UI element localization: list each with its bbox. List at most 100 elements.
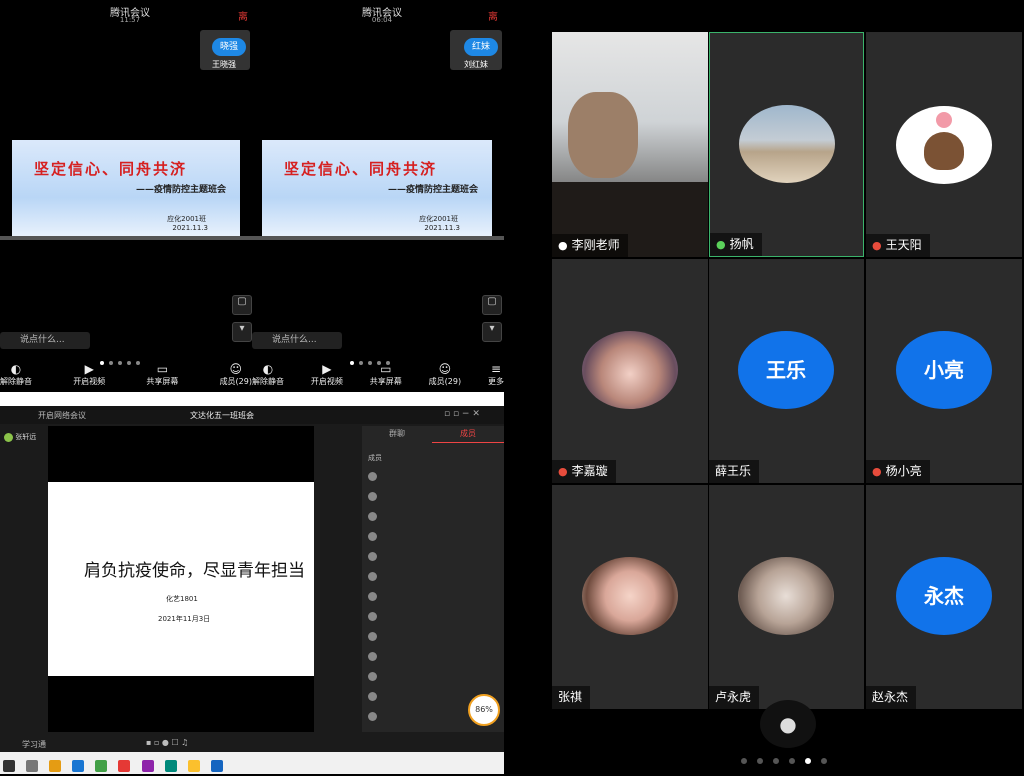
members-button[interactable]: ☺ 成员(29) xyxy=(220,362,252,388)
exit-button[interactable]: 离 xyxy=(488,8,498,23)
windows-taskbar xyxy=(0,752,504,774)
control-icons[interactable]: ▪ ▫ ● ☐ ♫ xyxy=(146,738,188,747)
participant-name: 李嘉璇 xyxy=(571,464,608,478)
window-title: 文达化五一班班会 xyxy=(190,411,254,420)
speaker-avatar xyxy=(4,432,13,442)
participant-tile[interactable]: 张祺 xyxy=(552,485,708,709)
mic-icon: ● xyxy=(779,712,797,736)
doc-button[interactable]: ▢ xyxy=(232,295,252,315)
list-item[interactable] xyxy=(368,606,494,626)
participant-name: 赵永杰 xyxy=(872,690,909,704)
floating-mic-button[interactable]: ● xyxy=(760,700,816,748)
slide-class: 应化2001班 xyxy=(419,215,458,223)
list-item[interactable] xyxy=(368,626,494,646)
list-item[interactable] xyxy=(368,466,494,486)
avatar-girl2-image xyxy=(582,557,678,635)
tab-members[interactable]: 成员 xyxy=(432,426,504,443)
participant-name: 薛王乐 xyxy=(715,464,752,478)
participant-thumbnail[interactable]: 红妹 刘红妹 xyxy=(450,30,502,70)
app-icon[interactable] xyxy=(187,760,200,772)
people-icon: ☺ xyxy=(438,362,452,376)
video-button[interactable]: ▶ 开启视频 xyxy=(311,362,343,388)
avatar xyxy=(368,531,377,541)
initials-avatar: 王乐 xyxy=(738,331,834,409)
slide-date: 2021年11月3日 xyxy=(158,615,211,623)
share-icon: ▭ xyxy=(156,362,169,376)
participant-name: 扬帆 xyxy=(729,237,754,251)
thumb-avatar: 晓强 xyxy=(212,38,246,56)
unmute-button[interactable]: ◐ 解除静音 xyxy=(0,362,32,388)
stage-divider xyxy=(252,236,504,240)
tab-chat[interactable]: 群聊 xyxy=(362,426,432,442)
more-button[interactable]: ≡ 更多 xyxy=(488,362,504,388)
avatar xyxy=(368,611,377,621)
members-list: 成员 xyxy=(368,450,494,726)
exit-button[interactable]: 离 xyxy=(238,8,248,23)
participant-tile[interactable]: 卢永虎 xyxy=(709,485,864,709)
app-icon[interactable] xyxy=(95,760,108,772)
chat-input[interactable]: 说点什么... xyxy=(252,332,342,349)
avatar-poop-emoji xyxy=(896,106,992,184)
app-icon[interactable] xyxy=(141,760,154,772)
app-icon[interactable] xyxy=(210,760,223,772)
avatar xyxy=(368,511,377,521)
shared-slide: 坚定信心、同舟共济 ——疫情防控主题班会 应化2001班 2021.11.3 xyxy=(262,140,492,236)
participant-name: 杨小亮 xyxy=(885,464,922,478)
list-item[interactable] xyxy=(368,526,494,546)
grid-page-dots[interactable] xyxy=(736,749,832,768)
list-item[interactable] xyxy=(368,566,494,586)
list-item[interactable] xyxy=(368,486,494,506)
mic-icon: ● xyxy=(716,238,726,251)
participant-tile[interactable]: 小亮 ● 杨小亮 xyxy=(866,259,1022,483)
participant-thumbnail[interactable]: 晓强 王晓强 xyxy=(200,30,250,70)
participant-tile[interactable]: ● 王天阳 xyxy=(866,32,1022,257)
unmute-button[interactable]: ◐ 解除静音 xyxy=(252,362,284,388)
avatar xyxy=(368,591,377,601)
video-stage: 肩负抗疫使命，尽显青年担当 化艺1801 2021年11月3日 xyxy=(48,426,314,732)
share-screen-button[interactable]: ▭ 共享屏幕 xyxy=(146,362,178,388)
member-panel: 群聊 成员 成员 86% xyxy=(362,426,504,732)
slide-subtitle: ——疫情防控主题班会 xyxy=(135,185,226,195)
bottom-left-label[interactable]: 学习通 xyxy=(22,739,46,750)
participant-name: 李刚老师 xyxy=(571,238,620,252)
chat-input[interactable]: 说点什么... xyxy=(0,332,90,349)
top-left-label: 开启网络会议 xyxy=(38,411,86,420)
participant-tile[interactable]: ● 李嘉璇 xyxy=(552,259,708,483)
list-item[interactable] xyxy=(368,666,494,686)
avatar xyxy=(368,651,377,661)
start-icon[interactable] xyxy=(3,760,15,772)
pin-button[interactable]: ▾ xyxy=(232,322,252,342)
app-icon[interactable] xyxy=(118,760,131,772)
video-grid: ● 李刚老师 ● 扬帆 ● 王天阳 ● 李嘉璇 王乐 薛王乐 小亮 ● 杨小亮 张祺 卢永… xyxy=(550,32,1024,712)
participant-tile-active[interactable]: ● 扬帆 xyxy=(709,32,864,257)
participant-tile[interactable]: 王乐 薛王乐 xyxy=(709,259,864,483)
mic-icon: ◐ xyxy=(262,362,274,376)
phone-right-screenshot: 腾讯会议 06:04 离 红妹 刘红妹 坚定信心、同舟共济 ——疫情防控主题班会… xyxy=(252,0,504,392)
window-controls[interactable]: ▫ ▫ − ✕ xyxy=(444,409,480,419)
share-screen-button[interactable]: ▭ 共享屏幕 xyxy=(370,362,402,388)
avatar xyxy=(368,471,377,481)
thumb-username: 刘红妹 xyxy=(464,60,488,69)
doc-button[interactable]: ▢ xyxy=(482,295,502,315)
app-icon[interactable] xyxy=(49,760,62,772)
participant-tile[interactable]: 永杰 赵永杰 xyxy=(866,485,1022,709)
search-icon[interactable] xyxy=(26,760,39,772)
app-icon[interactable] xyxy=(164,760,177,772)
list-item[interactable] xyxy=(368,546,494,566)
initials-avatar: 永杰 xyxy=(896,557,992,635)
stage-divider xyxy=(0,236,252,240)
members-button[interactable]: ☺ 成员(29) xyxy=(429,362,461,388)
progress-badge: 86% xyxy=(468,694,500,726)
slide-date: 2021.11.3 xyxy=(172,224,208,232)
participant-tile[interactable]: ● 李刚老师 xyxy=(552,32,708,257)
video-button[interactable]: ▶ 开启视频 xyxy=(73,362,105,388)
camera-icon: ▶ xyxy=(84,362,94,376)
list-item[interactable] xyxy=(368,506,494,526)
phone-left-screenshot: 腾讯会议 11:57 离 晓强 王晓强 坚定信心、同舟共济 ——疫情防控主题班会… xyxy=(0,0,252,392)
participant-name: 王天阳 xyxy=(885,238,922,252)
app-icon[interactable] xyxy=(72,760,85,772)
list-item[interactable] xyxy=(368,586,494,606)
pin-button[interactable]: ▾ xyxy=(482,322,502,342)
list-item[interactable] xyxy=(368,646,494,666)
thumb-username: 王晓强 xyxy=(212,60,236,69)
